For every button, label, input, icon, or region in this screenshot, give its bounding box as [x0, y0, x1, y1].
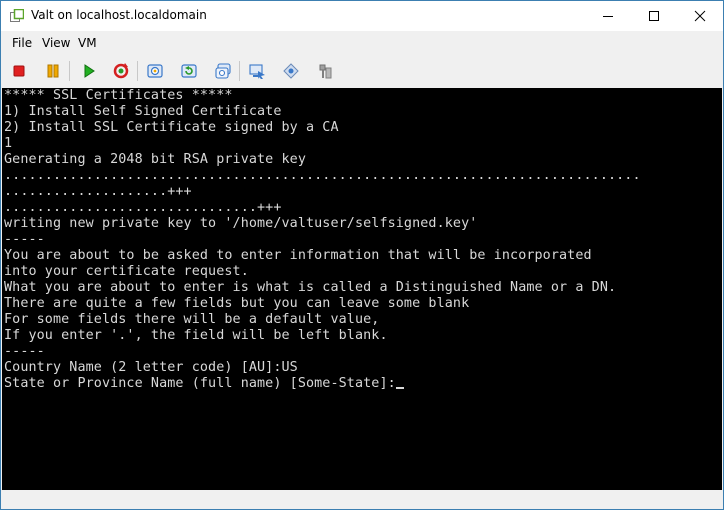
console-line: ........................................…	[4, 168, 641, 183]
window-title: Valt on localhost.localdomain	[31, 8, 207, 22]
snapshot-button[interactable]	[143, 59, 167, 83]
console-line: Country Name (2 letter code) [AU]:US	[4, 360, 298, 375]
console-line: ...............................+++	[4, 200, 282, 215]
reset-icon	[113, 63, 129, 79]
toolbar	[1, 55, 723, 86]
console-line: 1	[4, 136, 13, 151]
tools-icon	[319, 64, 332, 79]
console-icon	[249, 64, 265, 79]
text-cursor	[395, 387, 404, 389]
console-line: You are about to be asked to enter infor…	[4, 248, 592, 263]
manage-snapshots-button[interactable]	[211, 59, 235, 83]
revert-snapshot-icon	[181, 64, 197, 78]
title-bar[interactable]: Valt on localhost.localdomain	[1, 1, 723, 31]
play-icon	[84, 64, 95, 78]
console-line: ***** SSL Certificates *****	[4, 88, 233, 103]
revert-snapshot-button[interactable]	[177, 59, 201, 83]
stop-button[interactable]	[7, 59, 31, 83]
console-line: ....................+++	[4, 184, 192, 199]
toolbar-separator	[69, 61, 70, 81]
suspend-button[interactable]	[41, 59, 65, 83]
minimize-button[interactable]	[585, 1, 631, 31]
console-line: 2) Install SSL Certificate signed by a C…	[4, 120, 339, 135]
console-line: For some fields there will be a default …	[4, 312, 380, 327]
console-prompt-line[interactable]: State or Province Name (full name) [Some…	[4, 376, 404, 392]
tools-button[interactable]	[313, 59, 337, 83]
minimize-icon	[603, 16, 613, 17]
console-button[interactable]	[245, 59, 269, 83]
close-button[interactable]	[677, 1, 723, 31]
console-line: -----	[4, 232, 45, 247]
vm-console-window: Valt on localhost.localdomain File View …	[0, 0, 724, 510]
menu-file[interactable]: File	[12, 36, 32, 50]
console-line: 1) Install Self Signed Certificate	[4, 104, 282, 119]
maximize-button[interactable]	[631, 1, 677, 31]
console-line: into your certificate request.	[4, 264, 249, 279]
console-line: -----	[4, 344, 45, 359]
vm-settings-button[interactable]	[279, 59, 303, 83]
menu-bar: File View VM	[1, 32, 723, 54]
vmware-icon	[10, 9, 24, 22]
console-prompt-text: State or Province Name (full name) [Some…	[4, 376, 396, 391]
console-line: writing new private key to '/home/valtus…	[4, 216, 478, 231]
console-line: Generating a 2048 bit RSA private key	[4, 152, 306, 167]
toolbar-separator	[239, 61, 240, 81]
manage-snapshots-icon	[215, 63, 231, 79]
vm-console-screen[interactable]: ***** SSL Certificates ***** 1) Install …	[2, 88, 722, 490]
power-on-button[interactable]	[77, 59, 101, 83]
reset-button[interactable]	[109, 59, 133, 83]
menu-view[interactable]: View	[42, 36, 70, 50]
console-line: There are quite a few fields but you can…	[4, 296, 470, 311]
console-line: If you enter '.', the field will be left…	[4, 328, 388, 343]
close-icon	[694, 10, 706, 22]
snapshot-icon	[147, 64, 163, 78]
console-line: What you are about to enter is what is c…	[4, 280, 617, 295]
maximize-icon	[649, 11, 659, 21]
settings-icon	[283, 63, 299, 79]
pause-icon	[47, 64, 59, 78]
menu-vm[interactable]: VM	[78, 36, 97, 50]
stop-icon	[13, 65, 25, 77]
toolbar-separator	[137, 61, 138, 81]
